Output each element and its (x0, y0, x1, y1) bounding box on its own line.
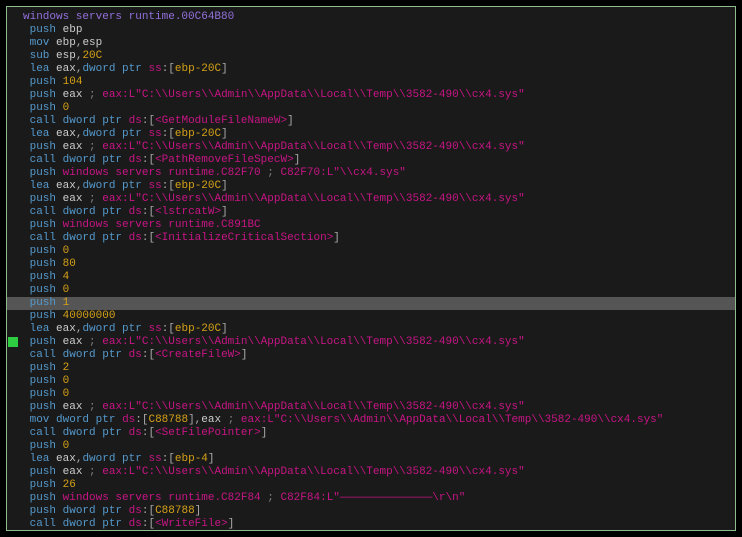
asm-line-breakpoint[interactable]: push eax ; eax:L"C:\\Users\\Admin\\AppDa… (7, 336, 735, 349)
asm-line: push 2 (7, 362, 735, 375)
asm-line: push eax ; eax:L"C:\\Users\\Admin\\AppDa… (7, 141, 735, 154)
asm-line: push 40000000 (7, 310, 735, 323)
asm-line: call dword ptr ds:[<SetFilePointer>] (7, 427, 735, 440)
asm-line: push 104 (7, 76, 735, 89)
label-header: windows servers runtime.00C64B80 (7, 11, 735, 24)
asm-line: push dword ptr ds:[C88788] (7, 505, 735, 518)
asm-line: push 0 (7, 440, 735, 453)
asm-line: lea eax,dword ptr ss:[ebp-4] (7, 453, 735, 466)
asm-line: call dword ptr ds:[<lstrcatW>] (7, 206, 735, 219)
asm-line: call dword ptr ds:[<GetModuleFileNameW>] (7, 115, 735, 128)
asm-line: push windows servers runtime.C891BC (7, 219, 735, 232)
breakpoint-icon[interactable] (8, 337, 18, 347)
asm-line: push windows servers runtime.C82F84 ; C8… (7, 492, 735, 505)
asm-line: call dword ptr ds:[<InitializeCriticalSe… (7, 232, 735, 245)
asm-line: push 0 (7, 375, 735, 388)
asm-line: push ebp (7, 24, 735, 37)
disassembly-frame: windows servers runtime.00C64B80 push eb… (6, 6, 736, 531)
asm-line: push 0 (7, 388, 735, 401)
asm-line: push 0 (7, 284, 735, 297)
asm-line: push eax ; eax:L"C:\\Users\\Admin\\AppDa… (7, 401, 735, 414)
asm-line: push 80 (7, 258, 735, 271)
asm-line: lea eax,dword ptr ss:[ebp-20C] (7, 63, 735, 76)
asm-line: push eax ; eax:L"C:\\Users\\Admin\\AppDa… (7, 89, 735, 102)
asm-line: lea eax,dword ptr ss:[ebp-20C] (7, 128, 735, 141)
asm-line: lea eax,dword ptr ss:[ebp-20C] (7, 180, 735, 193)
asm-line: call dword ptr ds:[<CreateFileW>] (7, 349, 735, 362)
asm-line: push 26 (7, 479, 735, 492)
asm-line-highlighted[interactable]: push 1 (7, 297, 735, 310)
asm-line: mov dword ptr ds:[C88788],eax ; eax:L"C:… (7, 414, 735, 427)
asm-line: lea eax,dword ptr ss:[ebp-20C] (7, 323, 735, 336)
asm-line: push windows servers runtime.C82F70 ; C8… (7, 167, 735, 180)
asm-line: push eax ; eax:L"C:\\Users\\Admin\\AppDa… (7, 193, 735, 206)
asm-line: call dword ptr ds:[<PathRemoveFileSpecW>… (7, 154, 735, 167)
asm-line: push 4 (7, 271, 735, 284)
asm-line: push 0 (7, 102, 735, 115)
asm-line: push eax ; eax:L"C:\\Users\\Admin\\AppDa… (7, 466, 735, 479)
asm-line: call dword ptr ds:[<WriteFile>] (7, 518, 735, 531)
asm-line: push 0 (7, 245, 735, 258)
asm-line: sub esp,20C (7, 50, 735, 63)
asm-line: mov ebp,esp (7, 37, 735, 50)
